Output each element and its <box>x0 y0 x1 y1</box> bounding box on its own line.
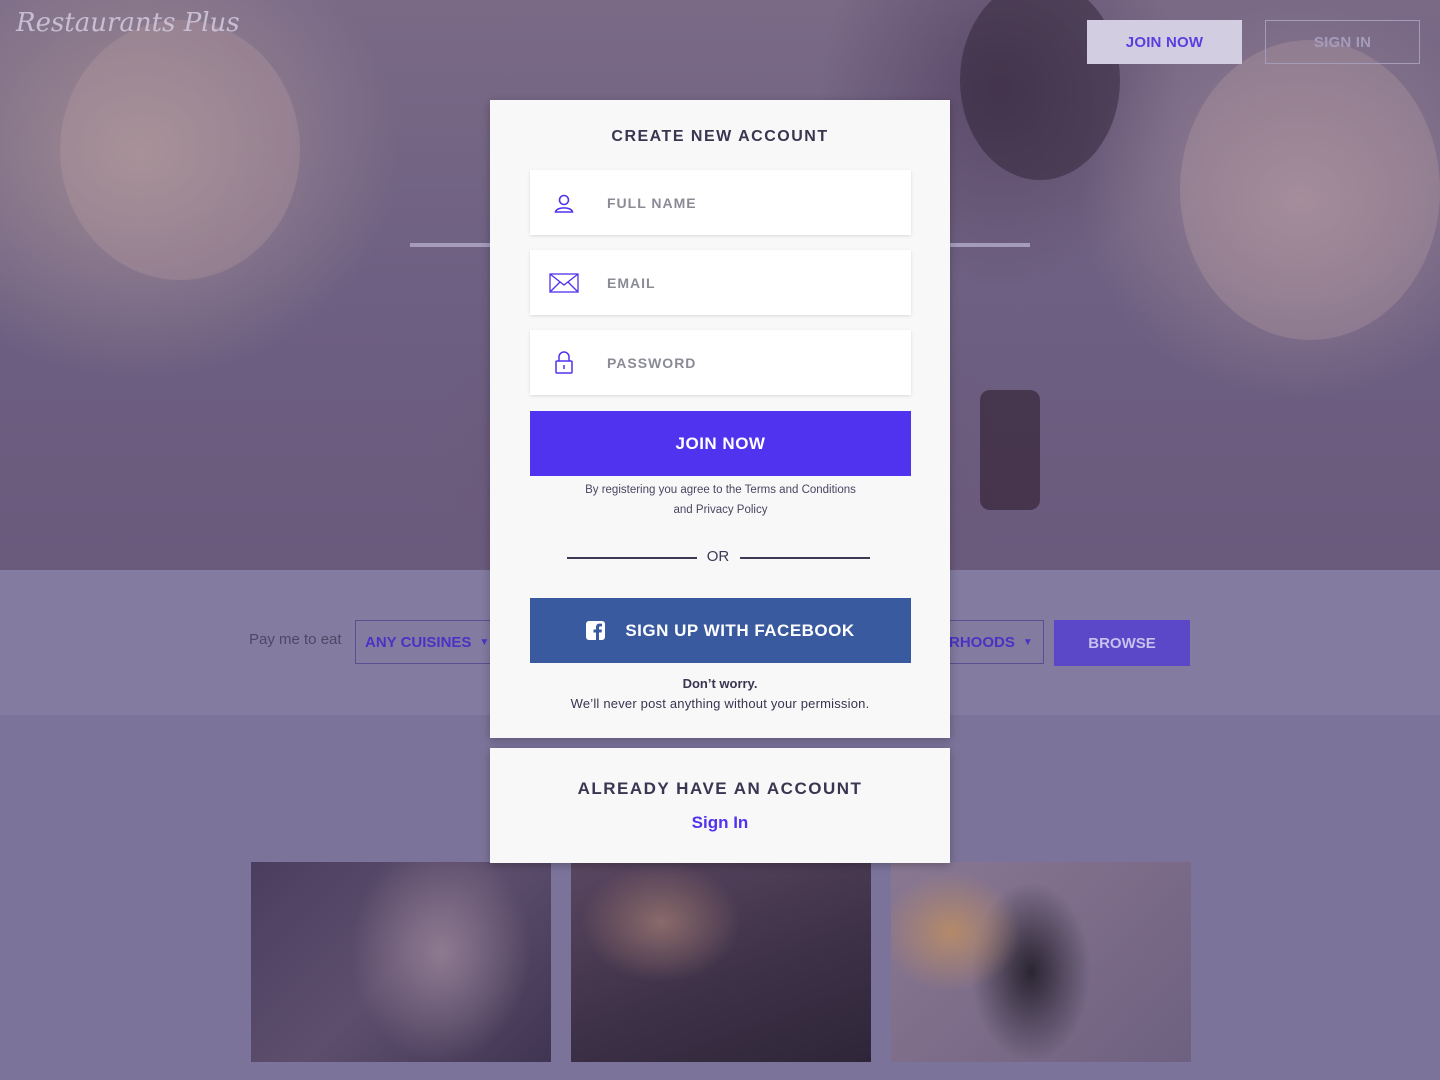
hero-photo-shade <box>60 20 300 280</box>
caret-down-icon: ▼ <box>1022 636 1033 648</box>
signin-panel-title: ALREADY HAVE AN ACCOUNT <box>577 779 863 798</box>
signin-panel <box>490 748 950 863</box>
app-logo[interactable]: Restaurants Plus <box>16 8 240 38</box>
hero-divider-line <box>410 243 490 247</box>
featured-card-image[interactable] <box>571 862 871 1062</box>
full-name-field[interactable] <box>530 170 911 235</box>
caret-down-icon: ▼ <box>479 636 490 648</box>
header-join-button[interactable]: JOIN NOW <box>1087 20 1242 64</box>
hero-divider-line <box>950 243 1030 247</box>
terms-line: By registering you agree to the Terms an… <box>585 484 856 496</box>
envelope-icon <box>530 272 598 293</box>
featured-card-image[interactable] <box>891 862 1191 1062</box>
neighborhood-select-value: RHOODS <box>949 633 1015 651</box>
full-name-input[interactable] <box>598 170 911 235</box>
search-label: Pay me to eat <box>249 631 342 648</box>
hero-photo-shade <box>980 390 1040 510</box>
terms-line: and Privacy Policy <box>673 504 768 516</box>
privacy-note-title: Don’t worry. <box>682 676 758 691</box>
header-signin-button[interactable]: SIGN IN <box>1265 20 1420 64</box>
divider-line <box>740 557 870 559</box>
password-field[interactable] <box>530 330 911 395</box>
privacy-note-text: We’ll never post anything without your p… <box>570 696 870 711</box>
email-input[interactable] <box>598 250 911 315</box>
facebook-signup-button[interactable]: SIGN UP WITH FACEBOOK <box>530 598 911 663</box>
lock-icon <box>530 350 598 375</box>
email-field[interactable] <box>530 250 911 315</box>
browse-button[interactable]: BROWSE <box>1054 620 1190 666</box>
cuisine-select-value: ANY CUISINES <box>365 633 472 651</box>
hero-photo-shade <box>1180 40 1440 340</box>
facebook-icon <box>586 621 606 640</box>
divider-line <box>567 557 697 559</box>
or-divider-label: OR <box>706 548 730 565</box>
join-now-button[interactable]: JOIN NOW <box>530 411 911 476</box>
terms-notice: By registering you agree to the Terms an… <box>530 480 911 520</box>
signin-link[interactable]: Sign In <box>490 813 950 833</box>
user-icon <box>530 192 598 214</box>
cuisine-select[interactable]: ANY CUISINES ▼ <box>355 620 505 664</box>
facebook-signup-label: SIGN UP WITH FACEBOOK <box>625 620 855 640</box>
modal-title: CREATE NEW ACCOUNT <box>611 128 829 145</box>
password-input[interactable] <box>598 330 911 395</box>
featured-card-image[interactable] <box>251 862 551 1062</box>
